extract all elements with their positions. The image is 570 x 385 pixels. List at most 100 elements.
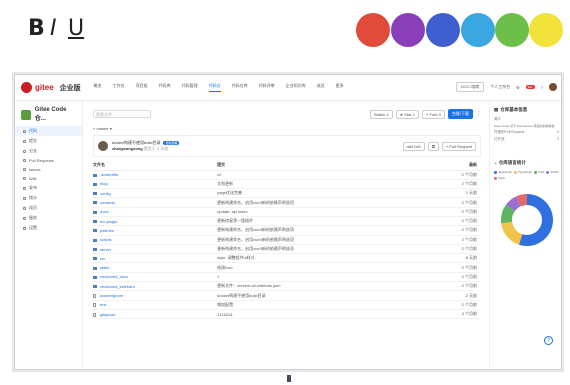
- color-swatch-2[interactable]: [391, 13, 425, 47]
- settings-icon[interactable]: ⚙: [516, 85, 520, 90]
- repo-header[interactable]: Gitee Code 仓...: [21, 107, 78, 122]
- gitee-logo[interactable]: gitee: [21, 82, 54, 93]
- commit-msg-cell[interactable]: 修改icon: [217, 262, 412, 273]
- file-name-cell[interactable]: .dockerignore: [93, 290, 218, 301]
- commit-msg-cell[interactable]: v2: [217, 170, 412, 180]
- sidebar-item-3[interactable]: 分支: [15, 146, 82, 156]
- file-name-cell[interactable]: patches: [93, 225, 218, 236]
- star-button[interactable]: ★ Star 1: [395, 109, 419, 119]
- commit-msg-cell[interactable]: page优化完善: [217, 188, 412, 199]
- file-name-cell[interactable]: .dockerfile: [93, 170, 218, 180]
- panel-pr-label[interactable]: 开源的Pull Request: [494, 130, 524, 135]
- file-name-cell[interactable]: docs: [93, 207, 218, 218]
- commit-msg-cell[interactable]: 增加配置: [217, 300, 412, 310]
- nav-item-3[interactable]: 项目组: [136, 83, 148, 92]
- nav-item-1[interactable]: 概览: [94, 83, 102, 92]
- file-name-cell[interactable]: .env: [93, 300, 218, 310]
- table-row[interactable]: patches 更新构建命名，启用vue3新的依赖声明选项 2 个月前: [93, 225, 481, 236]
- commit-msg-cell[interactable]: 更新修复第一版插件: [217, 216, 412, 227]
- fork-button[interactable]: ⑂ Fork 0: [422, 109, 445, 119]
- help-float-button[interactable]: ?: [544, 336, 553, 345]
- file-name-cell[interactable]: .gitignore: [93, 309, 218, 320]
- table-row[interactable]: static 修改icon 2 个月前: [93, 262, 481, 273]
- commit-msg-cell[interactable]: 1: [217, 272, 412, 283]
- commit-message[interactable]: docker构建不使用build目录: [112, 140, 160, 145]
- file-name-cell[interactable]: static: [93, 262, 218, 273]
- table-row[interactable]: src style: 调整组件ui样式 8 天前: [93, 253, 481, 264]
- file-name-cell[interactable]: versioned_docs: [93, 272, 218, 283]
- nav-item-8[interactable]: 代码评审: [259, 83, 275, 92]
- nav-item-10[interactable]: 成员: [317, 83, 325, 92]
- commit-msg-cell[interactable]: 11111111: [217, 309, 412, 320]
- color-swatch-3[interactable]: [426, 13, 460, 47]
- sidebar-item-11[interactable]: 设置: [15, 223, 82, 233]
- sidebar-item-2[interactable]: 提交: [15, 136, 82, 146]
- color-swatch-4[interactable]: [461, 13, 495, 47]
- commit-hash[interactable]: d8d7af1: [402, 141, 425, 151]
- table-row[interactable]: server 更新构建命名，启用vue3新的依赖声明选项 2 个月前: [93, 244, 481, 255]
- workbench-link[interactable]: 个人工作台: [490, 84, 510, 90]
- commit-msg-cell[interactable]: update: api index: [217, 207, 412, 218]
- help-icon[interactable]: ?: [541, 85, 543, 90]
- table-row[interactable]: .dockerignore docker构建不使用build目录 2 天前: [93, 290, 481, 301]
- file-name-cell[interactable]: scripts: [93, 235, 218, 245]
- commit-msg-cell[interactable]: 更新文件：version-v8-sidebars.json: [217, 281, 412, 292]
- more-icon[interactable]: ⋮: [476, 111, 481, 117]
- commit-msg-cell[interactable]: 更新构建命名，启用vue3新的依赖声明选项: [217, 197, 412, 208]
- nav-item-11[interactable]: 更多: [336, 83, 344, 92]
- commit-author[interactable]: zhangsongsong: [112, 146, 143, 151]
- table-row[interactable]: docs update: api index 2 个月前: [93, 207, 481, 218]
- file-name-cell[interactable]: contacts: [93, 197, 218, 208]
- bold-button[interactable]: B: [28, 16, 45, 41]
- file-search-input[interactable]: 搜索文件: [93, 110, 151, 118]
- file-name-cell[interactable]: blog: [93, 179, 218, 190]
- nav-item-6[interactable]: 代码仓: [208, 83, 221, 92]
- commit-msg-cell[interactable]: 更新构建命名，启用vue3新的依赖声明选项: [217, 225, 412, 236]
- table-row[interactable]: .dockerfile v2 2 个月前: [93, 170, 481, 180]
- file-name-cell[interactable]: src: [93, 253, 218, 264]
- sidebar-item-1[interactable]: 代码: [15, 126, 82, 136]
- nav-item-2[interactable]: 工作台: [113, 83, 125, 92]
- scroll-handle[interactable]: [287, 375, 291, 382]
- italic-button[interactable]: I: [50, 16, 57, 41]
- color-swatch-5[interactable]: [495, 13, 529, 47]
- nav-item-5[interactable]: 代码管理: [182, 83, 198, 92]
- nav-item-4[interactable]: 代码库: [159, 83, 171, 92]
- table-row[interactable]: contacts 更新构建命名，启用vue3新的依赖声明选项 2 个月前: [93, 197, 481, 208]
- sidebar-item-6[interactable]: Wiki: [15, 174, 82, 183]
- file-name-cell[interactable]: versioned_sidebars: [93, 281, 218, 292]
- table-row[interactable]: versioned_docs 1 2 个月前: [93, 272, 481, 283]
- color-swatch-6[interactable]: [529, 13, 563, 47]
- table-row[interactable]: scripts 更新构建命名，启用vue3新的依赖声明选项 2 个月前: [93, 235, 481, 245]
- watch-button[interactable]: Watch 4: [370, 109, 393, 119]
- sidebar-item-7[interactable]: 发布: [15, 183, 82, 193]
- file-name-cell[interactable]: config: [93, 188, 218, 199]
- nav-item-7[interactable]: 代码仓库: [232, 83, 248, 92]
- sidebar-item-4[interactable]: Pull Requests: [15, 156, 82, 165]
- file-name-cell[interactable]: server: [93, 244, 218, 255]
- commit-msg-cell[interactable]: 更新构建命名，启用vue3新的依赖声明选项: [217, 244, 412, 255]
- donut-slice-typescript[interactable]: [501, 221, 523, 245]
- table-row[interactable]: config page优化完善 2 天前: [93, 188, 481, 199]
- file-name-cell[interactable]: mc-plugin: [93, 216, 218, 227]
- commit-msg-cell[interactable]: 更新构建命名，启用vue3新的依赖声明选项: [217, 235, 412, 245]
- clone-button[interactable]: 克隆/下载: [447, 109, 473, 119]
- table-row[interactable]: .env 增加配置 2 个月前: [93, 300, 481, 310]
- color-swatch-1[interactable]: [356, 13, 390, 47]
- table-row[interactable]: versioned_sidebars 更新文件：version-v8-sideba…: [93, 281, 481, 292]
- table-row[interactable]: blog 文档更新 2 个月前: [93, 179, 481, 190]
- commit-msg-cell[interactable]: style: 调整组件ui样式: [217, 253, 412, 264]
- nav-item-9[interactable]: 企业知识库: [286, 83, 306, 92]
- sidebar-item-8[interactable]: 统计: [15, 193, 82, 203]
- table-row[interactable]: mc-plugin 更新修复第一版插件 2 个月前: [93, 216, 481, 227]
- copy-icon[interactable]: ⧉: [428, 141, 439, 151]
- notification-badge[interactable]: 99+: [525, 85, 535, 89]
- branch-selector[interactable]: ⑂ master ▾: [93, 123, 481, 133]
- sidebar-item-10[interactable]: 服务: [15, 213, 82, 223]
- commit-msg-cell[interactable]: docker构建不使用build目录: [217, 290, 412, 301]
- panel-issues-label[interactable]: 已开放: [494, 137, 505, 142]
- pull-request-button[interactable]: + Pull Request: [441, 141, 476, 151]
- org-switcher[interactable]: DCC-电商: [456, 82, 485, 92]
- commit-msg-cell[interactable]: 文档更新: [217, 179, 412, 190]
- underline-button[interactable]: U: [68, 16, 84, 41]
